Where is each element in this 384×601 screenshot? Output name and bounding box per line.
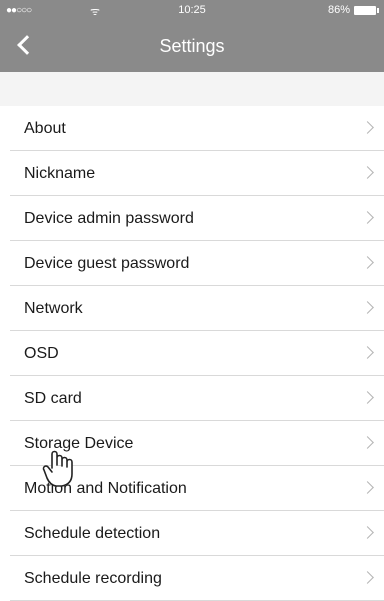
settings-item-device-guest-password[interactable]: Device guest password <box>10 241 384 286</box>
chevron-right-icon <box>361 211 374 224</box>
chevron-right-icon <box>361 166 374 179</box>
status-bar: ●●○○○ ᯤ 10:25 86% <box>0 0 384 22</box>
settings-item-network[interactable]: Network <box>10 286 384 331</box>
settings-item-device-admin-password[interactable]: Device admin password <box>10 196 384 241</box>
battery-percent: 86% <box>327 4 350 16</box>
settings-item-motion-and-notification[interactable]: Motion and Notification <box>10 466 384 511</box>
chevron-right-icon <box>361 571 374 584</box>
chevron-right-icon <box>361 121 374 134</box>
chevron-right-icon <box>361 526 374 539</box>
settings-list: About Nickname Device admin password Dev… <box>0 106 384 601</box>
chevron-right-icon <box>361 256 374 269</box>
app-header: ●●○○○ ᯤ 10:25 86% Settings <box>0 0 384 72</box>
settings-item-label: Motion and Notification <box>24 480 187 497</box>
settings-item-label: SD card <box>24 390 82 407</box>
status-time: 10:25 <box>178 4 206 16</box>
navigation-bar: Settings <box>0 22 384 72</box>
settings-item-sd-card[interactable]: SD card <box>10 376 384 421</box>
settings-item-nickname[interactable]: Nickname <box>10 151 384 196</box>
status-right-group: 86% <box>327 4 379 16</box>
settings-item-label: Schedule detection <box>24 525 161 542</box>
settings-item-schedule-detection[interactable]: Schedule detection <box>10 511 384 556</box>
chevron-right-icon <box>361 481 374 494</box>
chevron-right-icon <box>361 301 374 314</box>
settings-item-label: Schedule recording <box>24 570 162 587</box>
chevron-right-icon <box>361 436 374 449</box>
settings-item-label: Device guest password <box>24 255 190 272</box>
chevron-right-icon <box>361 391 374 404</box>
settings-item-schedule-recording[interactable]: Schedule recording <box>10 556 384 601</box>
settings-item-label: OSD <box>24 345 59 362</box>
settings-item-about[interactable]: About <box>10 106 384 151</box>
settings-item-label: About <box>24 120 66 137</box>
settings-item-label: Network <box>24 300 83 317</box>
settings-item-label: Storage Device <box>24 435 134 452</box>
settings-item-label: Device admin password <box>24 210 194 227</box>
battery-icon <box>354 5 379 15</box>
settings-item-label: Nickname <box>24 165 96 182</box>
settings-item-osd[interactable]: OSD <box>10 331 384 376</box>
chevron-right-icon <box>361 346 374 359</box>
page-title: Settings <box>159 36 225 56</box>
settings-item-storage-device[interactable]: Storage Device <box>10 421 384 466</box>
